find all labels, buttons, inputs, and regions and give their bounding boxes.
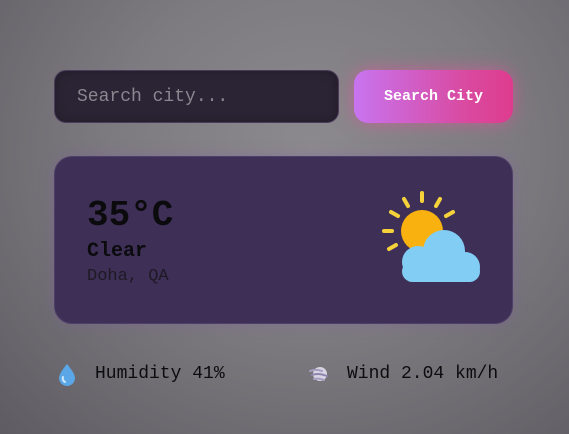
weather-condition: Clear	[87, 240, 148, 263]
sun-behind-cloud-icon	[377, 187, 487, 287]
weather-location: Doha, QA	[87, 267, 169, 286]
wind-text: Wind 2.04 km/h	[347, 364, 499, 384]
humidity-text: Humidity 41%	[95, 364, 225, 384]
droplet-icon	[56, 362, 78, 386]
weather-stats: Humidity 41% Wind 2.04 km/h	[54, 360, 513, 388]
humidity-stat: Humidity 41%	[56, 360, 225, 388]
wind-stat: Wind 2.04 km/h	[308, 360, 498, 388]
search-city-button[interactable]: Search City	[354, 70, 513, 123]
weather-card: 35°C Clear Doha, QA	[54, 156, 513, 324]
temperature-value: 35°C	[87, 195, 174, 236]
city-search-input[interactable]	[54, 70, 339, 123]
wind-icon	[308, 362, 330, 386]
